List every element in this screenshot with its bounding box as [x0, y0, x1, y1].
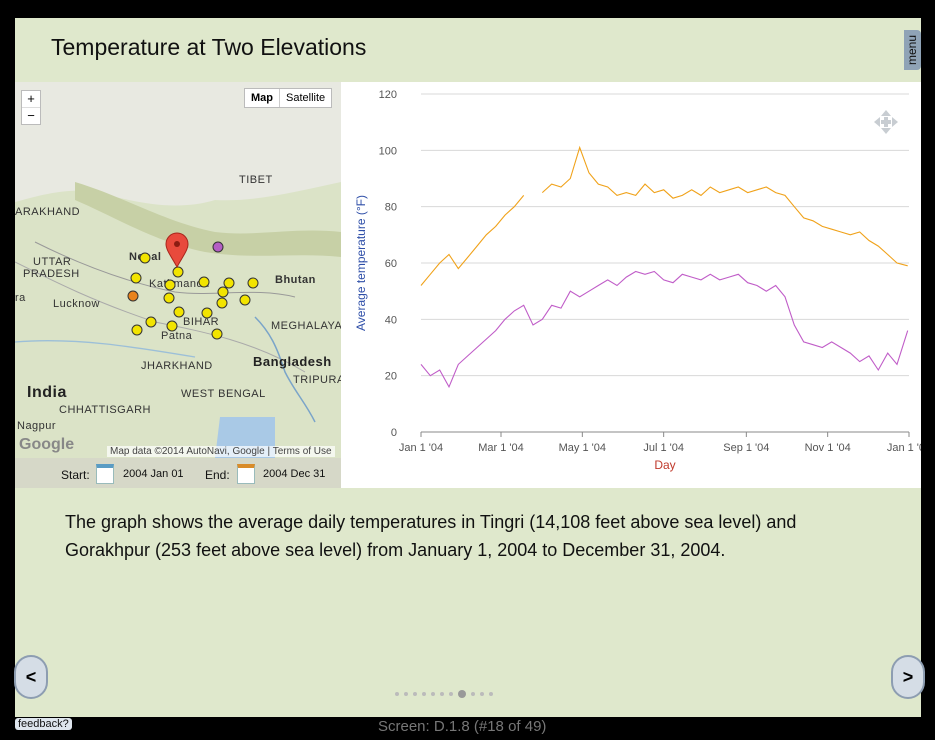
description-text: The graph shows the average daily temper…: [65, 512, 797, 560]
station-marker: [211, 328, 223, 340]
y-tick-label: 80: [385, 202, 397, 214]
lesson-screen: Temperature at Two Elevations menu + − M…: [14, 18, 931, 717]
page-dot[interactable]: [480, 692, 484, 696]
page-dot[interactable]: [422, 692, 426, 696]
chart-svg: 0 20 40 60 80 100 120 Jan 1 '04 Mar 1 '04 May 1 '…: [354, 89, 931, 472]
y-tick-label: 0: [391, 427, 397, 439]
x-tick-label: Nov 1 '04: [805, 442, 851, 454]
map-panel[interactable]: + − Map Satellite TIBET ARAKHAND UTTAR P…: [15, 82, 341, 458]
map-attribution: Map data ©2014 AutoNavi, Google | Terms …: [107, 446, 335, 457]
station-marker: [172, 266, 184, 278]
page-dot[interactable]: [431, 692, 435, 696]
page-dot[interactable]: [404, 692, 408, 696]
station-marker: [223, 277, 235, 289]
x-tick-label: Jan 1 '04: [399, 442, 443, 454]
x-tick-label: Mar 1 '04: [478, 442, 524, 454]
x-tick-label: Jan 1 '05: [887, 442, 921, 454]
pan-control-icon: [874, 110, 898, 134]
station-marker: [130, 272, 142, 284]
menu-tab[interactable]: menu: [904, 30, 921, 70]
page-dot[interactable]: [440, 692, 444, 696]
selected-location-pin: [165, 232, 189, 269]
station-marker: [216, 297, 228, 309]
start-label: Start:: [61, 468, 90, 482]
station-marker: [139, 252, 151, 264]
terms-link[interactable]: Terms of Use: [273, 446, 332, 457]
x-tick-label: May 1 '04: [559, 442, 606, 454]
next-button[interactable]: >: [891, 655, 925, 699]
y-tick-label: 40: [385, 314, 397, 326]
prev-button[interactable]: <: [14, 655, 48, 699]
end-calendar-icon[interactable]: [237, 464, 255, 484]
station-marker: [247, 277, 259, 289]
page-dot[interactable]: [489, 692, 493, 696]
start-calendar-icon[interactable]: [96, 464, 114, 484]
series-line: [420, 270, 909, 389]
station-marker: [239, 294, 251, 306]
station-marker: [164, 279, 176, 291]
station-marker: [127, 290, 139, 302]
x-tick-label: Jul 1 '04: [643, 442, 684, 454]
feedback-button[interactable]: feedback?: [15, 718, 72, 730]
page-dot[interactable]: [395, 692, 399, 696]
page-dot-current[interactable]: [458, 690, 466, 698]
page-title: Temperature at Two Elevations: [51, 34, 367, 60]
station-marker: [212, 241, 224, 253]
google-logo: Google: [19, 436, 75, 453]
station-marker: [198, 276, 210, 288]
station-marker: [217, 286, 229, 298]
series-line: [420, 145, 908, 286]
y-tick-label: 60: [385, 258, 397, 270]
station-marker: [166, 320, 178, 332]
screen-indicator: Screen: D.1.8 (#18 of 49): [378, 718, 547, 735]
station-marker: [131, 324, 143, 336]
x-tick-label: Sep 1 '04: [723, 442, 769, 454]
y-tick-label: 100: [379, 145, 397, 157]
page-dots: [395, 690, 493, 698]
date-range-bar: Start: 2004 Jan 01 End: 2004 Dec 31: [15, 458, 341, 488]
y-axis-label: Average temperature (°F): [354, 195, 368, 331]
end-label: End:: [205, 468, 230, 482]
page-dot[interactable]: [413, 692, 417, 696]
station-marker: [201, 307, 213, 319]
page-dot[interactable]: [449, 692, 453, 696]
y-tick-label: 20: [385, 371, 397, 383]
x-axis-label: Day: [654, 458, 675, 472]
page-dot[interactable]: [471, 692, 475, 696]
end-date: 2004 Dec 31: [263, 468, 326, 480]
temperature-chart: 0 20 40 60 80 100 120 Jan 1 '04 Mar 1 '04 May 1 '…: [341, 82, 931, 488]
station-marker: [163, 292, 175, 304]
y-tick-label: 120: [379, 89, 397, 101]
station-marker: [145, 316, 157, 328]
start-date: 2004 Jan 01: [123, 468, 184, 480]
station-marker: [173, 306, 185, 318]
station-markers: [127, 232, 259, 340]
